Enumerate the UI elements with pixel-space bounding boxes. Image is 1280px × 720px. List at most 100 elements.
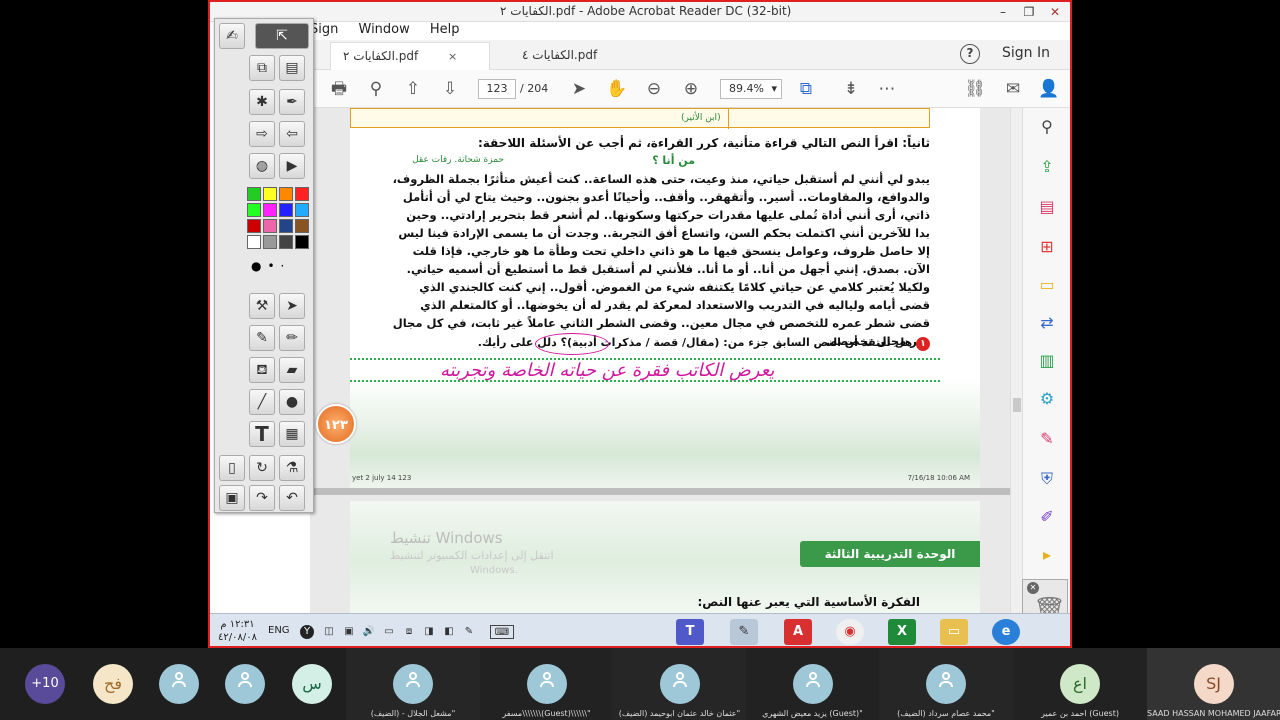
participant-tile[interactable]: اع احمد بن عمير (Guest) (1013, 648, 1147, 720)
color-swatch[interactable] (247, 235, 261, 249)
pen-tool-icon[interactable]: ✍ (219, 23, 245, 49)
color-swatch[interactable] (263, 235, 277, 249)
color-swatch[interactable] (247, 219, 261, 233)
color-swatch[interactable] (279, 219, 293, 233)
teams-icon[interactable]: T (676, 619, 704, 645)
edit-pdf-icon[interactable]: ✐ (1035, 506, 1059, 528)
magic-pen-icon[interactable]: ✱ (249, 89, 275, 115)
color-swatch[interactable] (247, 187, 261, 201)
color-swatch[interactable] (279, 235, 293, 249)
color-swatch[interactable] (263, 187, 277, 201)
help-icon[interactable]: ? (960, 44, 980, 64)
undo-icon[interactable]: ↶ (279, 485, 305, 511)
highlighter-icon[interactable]: ✒ (279, 89, 305, 115)
participant-tile[interactable] (212, 648, 278, 720)
participant-tile[interactable]: عثمان خالد عثمان ابوحيمد (الضيف)" (613, 648, 746, 720)
zoom-panel-icon[interactable]: ⚲ (1035, 116, 1059, 138)
fill-icon[interactable]: ⛾ (249, 357, 275, 383)
taskbar-clock[interactable]: ١٢:٣١ م ٤٢/٠٨/٠٨ (218, 618, 257, 644)
more-participants-badge[interactable]: +10 (25, 664, 65, 704)
language-indicator[interactable]: ENG (268, 625, 290, 636)
tab-kifayat-2[interactable]: الكفايات ٢.pdf × (330, 42, 490, 70)
document-view[interactable]: (ابن الأثير) ثانياً: اقرأ النص التالي قر… (310, 108, 1010, 613)
fill-sign-icon[interactable]: ✎ (1035, 428, 1059, 450)
pencil-icon[interactable]: ✏ (279, 325, 305, 351)
participant-tile[interactable]: مسفر\\\\\\\(Guest)\\\\\\" (480, 648, 613, 720)
prev-page-icon[interactable]: ⇦ (279, 121, 305, 147)
protect-icon[interactable]: ⛨ (1035, 468, 1059, 490)
menu-sign[interactable]: Sign (310, 22, 338, 37)
tray-icon[interactable]: ◫ (322, 625, 336, 639)
ie-icon[interactable]: e (992, 619, 1020, 645)
color-swatch[interactable] (247, 203, 261, 217)
smart-notebook-icon[interactable]: ✎ (730, 619, 758, 645)
zoom-out-icon[interactable]: ⊖ (643, 78, 665, 100)
play-icon[interactable]: ▶ (279, 153, 305, 179)
capture-icon[interactable]: ⧉ (249, 55, 275, 81)
color-swatch[interactable] (263, 203, 277, 217)
tab-kifayat-4[interactable]: الكفايات ٤.pdf (510, 42, 650, 70)
create-pdf-icon[interactable]: ⊞ (1035, 236, 1059, 258)
vertical-scrollbar[interactable] (1010, 108, 1022, 613)
next-page-icon[interactable]: ⇨ (249, 121, 275, 147)
restore-button[interactable]: ❐ (1016, 2, 1042, 22)
scroll-mode-icon[interactable]: ⇟ (840, 78, 862, 100)
email-icon[interactable]: ✉ (1002, 78, 1024, 100)
export-pdf-icon[interactable]: ⇪ (1035, 156, 1059, 178)
page-number-input[interactable]: 123 (478, 79, 516, 99)
screen-icon[interactable]: ▣ (219, 485, 245, 511)
redact-icon[interactable]: ⚙ (1035, 388, 1059, 410)
chrome-icon[interactable]: ◉ (836, 619, 864, 645)
color-swatch[interactable] (295, 219, 309, 233)
text-tool-icon[interactable]: T (249, 421, 275, 447)
color-swatch[interactable] (279, 187, 293, 201)
menu-help[interactable]: Help (430, 22, 460, 37)
volume-icon[interactable]: 🔊 (362, 625, 376, 639)
document-icon[interactable]: ▤ (279, 55, 305, 81)
acrobat-icon[interactable]: A (784, 619, 812, 645)
sign-in-link[interactable]: Sign In (1002, 45, 1050, 61)
organize-pages-icon[interactable]: ▤ (1035, 196, 1059, 218)
link-icon[interactable]: ⛓ (964, 78, 986, 100)
participant-tile[interactable]: SJ SAAD HASSAN MOHAMED JAAFAR (1147, 648, 1280, 720)
spray-icon[interactable]: ⚗ (279, 455, 305, 481)
pen-size-selector[interactable]: ●•· (251, 259, 290, 273)
participant-tile[interactable] (146, 648, 212, 720)
page-icon[interactable]: ▯ (219, 455, 245, 481)
share-user-icon[interactable]: 👤 (1038, 78, 1060, 100)
close-icon[interactable]: ✕ (1027, 582, 1039, 594)
tray-icon[interactable]: ◨ (422, 625, 436, 639)
participant-tile[interactable]: فح (80, 648, 146, 720)
color-swatch[interactable] (279, 203, 293, 217)
color-swatch[interactable] (295, 203, 309, 217)
menu-window[interactable]: Window (359, 22, 410, 37)
gallery-icon[interactable]: ▦ (279, 421, 305, 447)
network-icon[interactable]: ⧈ (402, 625, 416, 639)
refresh-icon[interactable]: ↻ (249, 455, 275, 481)
line-tool-icon[interactable]: ╱ (249, 389, 275, 415)
zoom-level-select[interactable]: 89.4% ▾ (720, 79, 782, 99)
zoom-in-icon[interactable]: ⊕ (680, 78, 702, 100)
print-icon[interactable]: 🖶 (328, 78, 350, 100)
redo-icon[interactable]: ↷ (249, 485, 275, 511)
marker-icon[interactable]: ✎ (249, 325, 275, 351)
page-down-icon[interactable]: ⇩ (439, 78, 461, 100)
close-button[interactable]: ✕ (1042, 2, 1068, 22)
excel-icon[interactable]: X (888, 619, 916, 645)
tray-icon[interactable]: ▣ (342, 625, 356, 639)
fit-page-icon[interactable]: ⧉ (795, 78, 817, 100)
combine-files-icon[interactable]: ⇄ (1035, 312, 1059, 334)
participant-tile[interactable]: +10 (0, 648, 90, 720)
close-tab-icon[interactable]: × (448, 50, 457, 63)
page-up-icon[interactable]: ⇧ (402, 78, 424, 100)
tray-icon[interactable]: ◧ (442, 625, 456, 639)
minimize-button[interactable]: – (990, 2, 1016, 22)
participant-tile[interactable]: يزيد معيض الشهري (Guest)" (746, 648, 879, 720)
search-icon[interactable]: ⚲ (365, 78, 387, 100)
globe-icon[interactable]: ◍ (249, 153, 275, 179)
comment-icon[interactable]: ▭ (1035, 274, 1059, 296)
participant-tile[interactable]: س (278, 648, 346, 720)
tools-more-icon[interactable]: ▸ (1035, 544, 1059, 566)
compress-icon[interactable]: ▥ (1035, 350, 1059, 372)
color-swatch[interactable] (295, 235, 309, 249)
